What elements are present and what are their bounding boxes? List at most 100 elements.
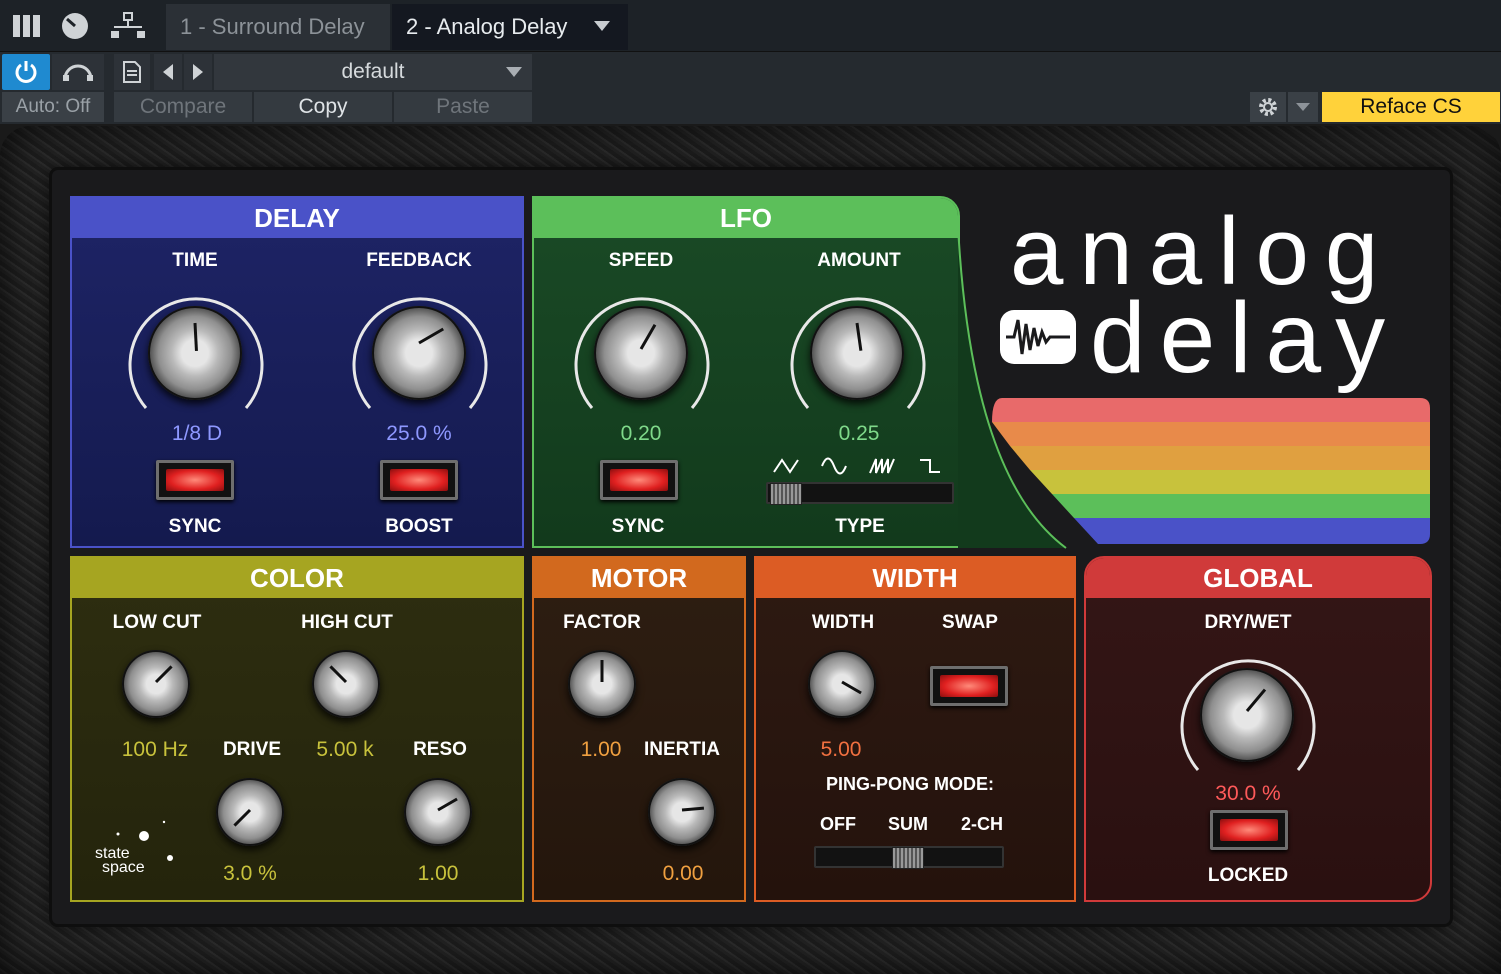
global-title: GLOBAL — [1086, 558, 1430, 598]
mode-sum: SUM — [888, 814, 928, 834]
time-value: 1/8 D — [171, 422, 223, 445]
drywet-knob[interactable] — [1200, 668, 1294, 762]
chevron-down-icon[interactable] — [594, 21, 610, 31]
automation-mode-button[interactable]: Auto: Off — [2, 92, 104, 122]
chevron-down-icon — [506, 67, 522, 77]
drive-knob[interactable] — [216, 778, 284, 846]
sync-switch[interactable] — [156, 460, 234, 500]
drywet-value: 30.0 % — [1215, 782, 1281, 805]
reso-value: 1.00 — [417, 862, 459, 885]
inertia-knob[interactable] — [648, 778, 716, 846]
type-label: TYPE — [835, 516, 885, 537]
monitor-button[interactable] — [52, 54, 104, 90]
time-label: TIME — [172, 250, 218, 271]
lowcut-value: 100 Hz — [121, 738, 189, 761]
triangle-left-icon — [163, 64, 173, 80]
color-title: COLOR — [72, 558, 522, 598]
brand-space: space — [102, 859, 145, 876]
square-icon[interactable] — [918, 456, 948, 476]
headphones-icon — [63, 64, 93, 81]
factor-knob[interactable] — [568, 650, 636, 718]
next-preset-button[interactable] — [184, 54, 212, 90]
logo-line2: delay — [1090, 282, 1400, 394]
sync-label: SYNC — [168, 516, 222, 537]
pingpong-slider[interactable] — [814, 846, 1004, 869]
reso-label: RESO — [413, 739, 467, 760]
drive-value: 3.0 % — [223, 862, 277, 885]
tab-surround-delay[interactable]: 1 - Surround Delay — [166, 4, 390, 50]
inertia-label: INERTIA — [644, 739, 720, 760]
sync-led — [166, 469, 224, 491]
copy-button[interactable]: Copy — [254, 92, 392, 122]
feedback-knob[interactable] — [372, 306, 466, 400]
preset-file-button[interactable] — [114, 54, 150, 90]
speed-knob[interactable] — [594, 306, 688, 400]
width-title: WIDTH — [756, 558, 1074, 598]
compare-button[interactable]: Compare — [114, 92, 252, 122]
document-icon — [123, 61, 141, 83]
lowcut-knob[interactable] — [122, 650, 190, 718]
mode-2ch: 2-CH — [960, 814, 1004, 834]
power-icon — [15, 61, 37, 83]
logo-line1: analog — [1010, 198, 1395, 305]
gear-icon — [1259, 98, 1277, 116]
pingpong-thumb[interactable] — [892, 847, 924, 869]
speed-label: SPEED — [608, 250, 674, 271]
prev-preset-button[interactable] — [154, 54, 182, 90]
settings-dropdown[interactable] — [1288, 92, 1318, 122]
feedback-value: 25.0 % — [386, 422, 452, 445]
speed-value: 0.20 — [620, 422, 662, 445]
highcut-knob[interactable] — [312, 650, 380, 718]
preset-name: default — [341, 60, 405, 83]
drive-label: DRIVE — [222, 739, 282, 760]
paste-button[interactable]: Paste — [394, 92, 532, 122]
lfo-type-thumb[interactable] — [770, 483, 802, 505]
boost-switch[interactable] — [380, 460, 458, 500]
swap-label: SWAP — [942, 612, 998, 633]
width-value: 5.00 — [820, 738, 862, 761]
boost-led — [390, 469, 448, 491]
signal-chain-icon[interactable] — [108, 10, 148, 42]
lfo-sync-switch[interactable] — [600, 460, 678, 500]
drywet-label: DRY/WET — [1204, 612, 1292, 633]
inertia-value: 0.00 — [662, 862, 704, 885]
lfo-sync-label: SYNC — [611, 516, 665, 537]
width-label: WIDTH — [811, 612, 875, 633]
rack-view-icon[interactable] — [10, 10, 44, 42]
settings-button[interactable] — [1250, 92, 1286, 122]
host-toolbar: 1 - Surround Delay 2 - Analog Delay Auto… — [0, 0, 1501, 124]
boost-label: BOOST — [385, 516, 453, 537]
routing-knob-icon[interactable] — [58, 10, 92, 42]
factor-label: FACTOR — [563, 612, 641, 633]
swap-led — [940, 675, 998, 697]
power-button[interactable] — [2, 54, 50, 90]
triangle-right-icon — [193, 64, 203, 80]
reso-knob[interactable] — [404, 778, 472, 846]
lowcut-label: LOW CUT — [112, 612, 202, 633]
device-label[interactable]: Reface CS — [1322, 92, 1500, 122]
triangle-icon[interactable] — [772, 456, 802, 476]
amount-knob[interactable] — [810, 306, 904, 400]
lfo-title: LFO — [534, 198, 958, 238]
motor-title: MOTOR — [534, 558, 744, 598]
locked-switch[interactable] — [1210, 810, 1288, 850]
rainbow-stripes — [992, 398, 1430, 544]
sine-icon[interactable] — [820, 456, 850, 476]
locked-label: LOCKED — [1207, 865, 1289, 886]
width-knob[interactable] — [808, 650, 876, 718]
lfo-type-slider[interactable] — [766, 482, 954, 505]
amount-label: AMOUNT — [817, 250, 901, 271]
mode-off: OFF — [820, 814, 856, 834]
highcut-label: HIGH CUT — [301, 612, 393, 633]
locked-led — [1220, 819, 1278, 841]
saw-icon[interactable] — [868, 456, 898, 476]
swap-switch[interactable] — [930, 666, 1008, 706]
time-knob[interactable] — [148, 306, 242, 400]
lfo-sync-led — [610, 469, 668, 491]
preset-select[interactable]: default — [214, 54, 532, 90]
delay-title: DELAY — [72, 198, 522, 238]
tab-analog-delay[interactable]: 2 - Analog Delay — [392, 4, 628, 50]
chevron-down-icon — [1296, 103, 1310, 111]
pingpong-label: PING-PONG MODE: — [825, 774, 995, 794]
amount-value: 0.25 — [838, 422, 880, 445]
